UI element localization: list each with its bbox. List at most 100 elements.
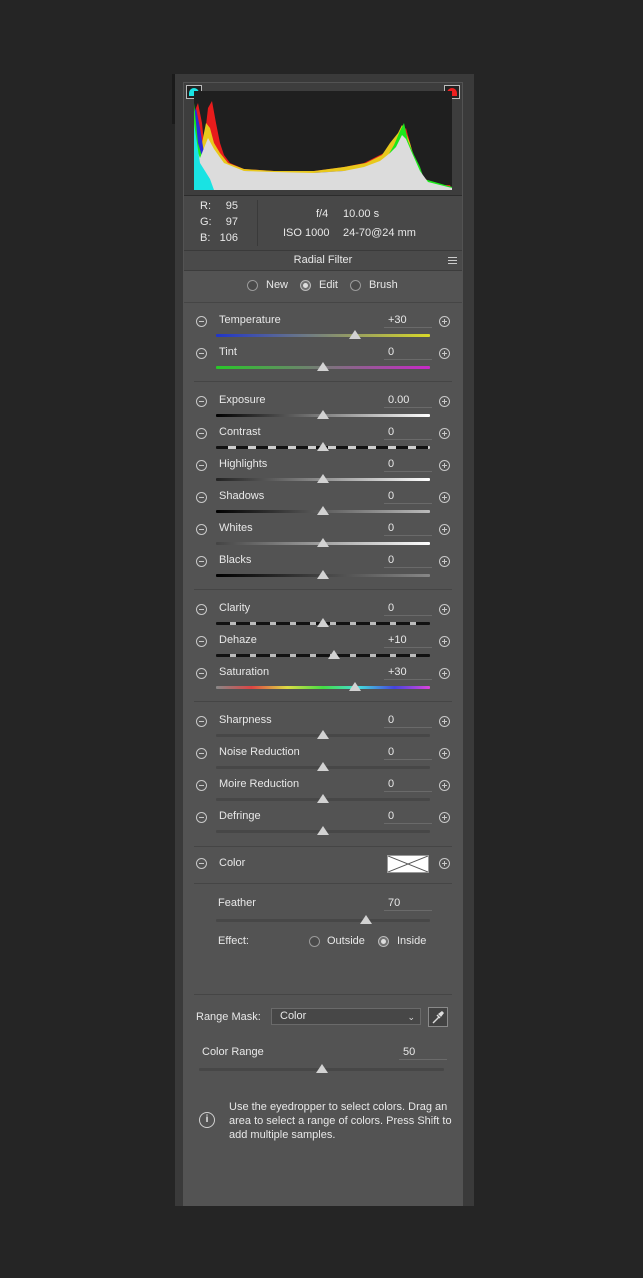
color-minus-icon[interactable] [196,858,207,869]
color-swatch[interactable] [387,855,429,873]
panel-title-bar: Radial Filter [184,251,462,271]
blacks-minus-icon[interactable] [196,556,207,567]
clarity-minus-icon[interactable] [196,604,207,615]
noise-reduction-thumb[interactable] [317,762,329,771]
shadows-thumb[interactable] [317,506,329,515]
group-divider [194,846,452,847]
moire-reduction-plus-icon[interactable] [439,780,450,791]
range-mask-divider [194,994,452,995]
help-text: Use the eyedropper to select colors. Dra… [229,1101,452,1141]
shadows-plus-icon[interactable] [439,492,450,503]
range-mask-select[interactable]: Color ⌄ [271,1008,421,1025]
tint-thumb[interactable] [317,362,329,371]
defringe-minus-icon[interactable] [196,812,207,823]
feather-track[interactable] [216,919,430,922]
exposure-minus-icon[interactable] [196,396,207,407]
contrast-thumb[interactable] [317,442,329,451]
shadows-minus-icon[interactable] [196,492,207,503]
dehaze-value[interactable]: +10 [384,634,432,648]
highlights-value[interactable]: 0 [384,458,432,472]
clarity-thumb[interactable] [317,618,329,627]
saturation-value[interactable]: +30 [384,666,432,680]
blacks-thumb[interactable] [317,570,329,579]
moire-reduction-minus-icon[interactable] [196,780,207,791]
info-icon: i [199,1112,215,1128]
whites-value[interactable]: 0 [384,522,432,536]
panel-menu-icon[interactable] [448,257,457,264]
effect-outside-label[interactable]: Outside [327,935,365,947]
exposure-plus-icon[interactable] [439,396,450,407]
temperature-minus-icon[interactable] [196,316,207,327]
effect-inside-radio[interactable] [378,936,389,947]
red-readout: R: 95 [200,200,238,212]
clarity-plus-icon[interactable] [439,604,450,615]
highlights-plus-icon[interactable] [439,460,450,471]
readout-divider [257,200,258,246]
tint-plus-icon[interactable] [439,348,450,359]
eyedropper-button[interactable] [428,1007,448,1027]
temperature-track[interactable] [216,334,430,337]
defringe-value[interactable]: 0 [384,810,432,824]
green-readout: G: 97 [200,216,238,228]
sharpness-plus-icon[interactable] [439,716,450,727]
feather-thumb[interactable] [359,915,372,924]
whites-thumb[interactable] [317,538,329,547]
dehaze-label: Dehaze [219,634,257,646]
temperature-value[interactable]: +30 [384,314,432,328]
contrast-value[interactable]: 0 [384,426,432,440]
dehaze-plus-icon[interactable] [439,636,450,647]
tint-minus-icon[interactable] [196,348,207,359]
whites-label: Whites [219,522,253,534]
saturation-thumb[interactable] [349,682,362,691]
saturation-minus-icon[interactable] [196,668,207,679]
sharpness-thumb[interactable] [317,730,329,739]
frame-edge [172,74,175,124]
moire-reduction-value[interactable]: 0 [384,778,432,792]
moire-reduction-thumb[interactable] [317,794,329,803]
temperature-plus-icon[interactable] [439,316,450,327]
noise-reduction-plus-icon[interactable] [439,748,450,759]
sharpness-value[interactable]: 0 [384,714,432,728]
chevron-down-icon: ⌄ [407,1012,415,1022]
dehaze-track[interactable] [216,654,430,657]
whites-plus-icon[interactable] [439,524,450,535]
contrast-minus-icon[interactable] [196,428,207,439]
mode-new-label[interactable]: New [266,279,288,291]
exposure-value[interactable]: 0.00 [384,394,432,408]
aperture: f/4 [316,208,329,220]
range-mask-value: Color [280,1010,307,1022]
mode-brush-radio[interactable] [350,280,361,291]
mode-edit-label[interactable]: Edit [319,279,338,291]
color-range-thumb[interactable] [315,1064,328,1073]
effect-inside-label[interactable]: Inside [397,935,426,947]
highlights-minus-icon[interactable] [196,460,207,471]
noise-reduction-minus-icon[interactable] [196,748,207,759]
clarity-value[interactable]: 0 [384,602,432,616]
contrast-plus-icon[interactable] [439,428,450,439]
saturation-plus-icon[interactable] [439,668,450,679]
blacks-label: Blacks [219,554,252,566]
blacks-value[interactable]: 0 [384,554,432,568]
dehaze-minus-icon[interactable] [196,636,207,647]
mode-brush-label[interactable]: Brush [369,279,398,291]
noise-reduction-value[interactable]: 0 [384,746,432,760]
tint-value[interactable]: 0 [384,346,432,360]
blacks-plus-icon[interactable] [439,556,450,567]
color-plus-icon[interactable] [439,858,450,869]
temperature-thumb[interactable] [349,330,362,339]
sharpness-minus-icon[interactable] [196,716,207,727]
color-range-value[interactable]: 50 [399,1046,447,1060]
exposure-thumb[interactable] [317,410,329,419]
saturation-track[interactable] [216,686,430,689]
shadows-value[interactable]: 0 [384,490,432,504]
group-divider [194,589,452,590]
dehaze-thumb[interactable] [327,650,340,659]
effect-outside-radio[interactable] [309,936,320,947]
defringe-plus-icon[interactable] [439,812,450,823]
feather-value[interactable]: 70 [384,897,432,911]
defringe-thumb[interactable] [317,826,329,835]
mode-new-radio[interactable] [247,280,258,291]
whites-minus-icon[interactable] [196,524,207,535]
highlights-thumb[interactable] [317,474,329,483]
mode-edit-radio[interactable] [300,280,311,291]
